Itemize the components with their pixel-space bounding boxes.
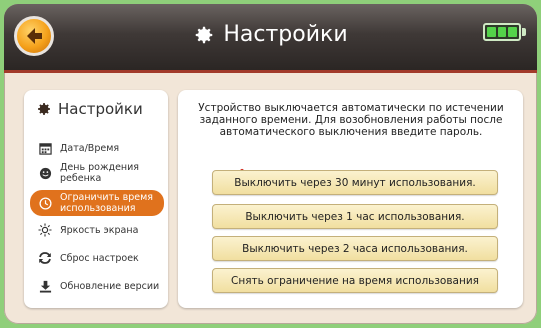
page-title: Настройки (4, 22, 537, 47)
sidebar-item-reset[interactable]: Сброс настроек (30, 248, 164, 268)
time-limit-panel: Устройство выключается автоматически по … (178, 90, 523, 308)
header-bar: Настройки (4, 4, 537, 73)
sidebar-item-label: Яркость экрана (60, 224, 139, 236)
sidebar-item-time-limit[interactable]: Ограничить время использования (30, 190, 164, 216)
sidebar-title-text: Настройки (58, 100, 143, 118)
app-frame: Настройки Настройки Дата/Время День рожд… (4, 4, 537, 324)
sidebar-item-brightness[interactable]: Яркость экрана (30, 220, 164, 240)
option-label: Снять ограничение на время использования (231, 274, 479, 287)
battery-full-icon (483, 22, 527, 42)
smiley-icon (38, 166, 52, 180)
refresh-icon (38, 251, 52, 265)
gear-icon (196, 26, 213, 43)
sidebar-item-label: День рождения ребенка (60, 162, 140, 184)
calendar-icon (38, 141, 52, 155)
sidebar-title: Настройки (36, 100, 143, 118)
settings-sidebar: Настройки Дата/Время День рождения ребен… (24, 90, 168, 308)
sidebar-item-label: Сброс настроек (60, 252, 139, 264)
sidebar-item-label: Ограничить время использования (60, 192, 154, 214)
sun-icon (38, 223, 52, 237)
clock-icon (38, 196, 52, 210)
page-title-text: Настройки (223, 22, 348, 47)
sidebar-item-label: Дата/Время (60, 142, 120, 154)
time-limit-description: Устройство выключается автоматически по … (198, 102, 504, 138)
option-30-minutes-button[interactable]: Выключить через 30 минут использования. (212, 170, 498, 195)
option-remove-limit-button[interactable]: Снять ограничение на время использования (212, 268, 498, 293)
option-1-hour-button[interactable]: Выключить через 1 час использования. (212, 204, 498, 229)
sidebar-item-update[interactable]: Обновление версии (30, 276, 164, 296)
option-label: Выключить через 2 часа использования. (242, 242, 468, 255)
download-icon (38, 279, 52, 293)
sidebar-item-label: Обновление версии (60, 280, 160, 292)
option-label: Выключить через 1 час использования. (245, 210, 465, 223)
sidebar-item-birthday[interactable]: День рождения ребенка (30, 160, 164, 186)
option-label: Выключить через 30 минут использования. (234, 176, 476, 189)
sidebar-item-date-time[interactable]: Дата/Время (30, 138, 164, 158)
option-2-hours-button[interactable]: Выключить через 2 часа использования. (212, 236, 498, 261)
gear-icon (38, 103, 50, 115)
